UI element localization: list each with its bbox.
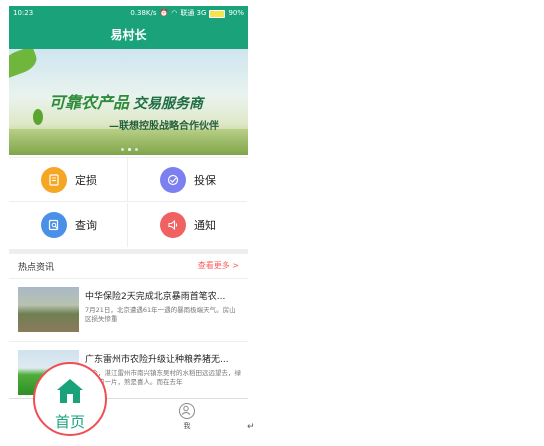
banner-carousel[interactable]: 可靠农产品 交易服务商 —联想控股战略合作伙伴 [9, 49, 248, 155]
battery-level: 90% [228, 9, 244, 17]
grid-item-dingsun[interactable]: 定损 [9, 158, 128, 202]
carrier-label: 联通 3G [180, 9, 207, 17]
grid-item-tongzhi[interactable]: 通知 [128, 203, 247, 247]
grid-item-label: 通知 [194, 219, 216, 232]
news-summary: 如今，湛江雷州市南兴镇东吴村的水稻田远远望去，绿油油的一片，煞是喜人。而在去年 [85, 369, 241, 386]
status-indicators: 0.38K/s ⏰ ◠ 联通 3G 90% [130, 6, 244, 21]
home-icon [57, 379, 83, 403]
return-mark: ↵ [247, 422, 255, 432]
news-header: 热点资讯 查看更多 > [9, 254, 248, 279]
banner-tagline: —联想控股战略合作伙伴 [109, 121, 219, 132]
status-time: 10:23 [13, 9, 34, 17]
grid-item-toubao[interactable]: 投保 [128, 158, 247, 202]
grid-item-label: 定损 [75, 173, 97, 187]
alarm-icon: ⏰ [159, 9, 169, 17]
tab-me-label: 我 [183, 422, 191, 430]
field-image [9, 129, 248, 155]
carousel-dot[interactable] [135, 148, 138, 151]
grid-item-chaxun[interactable]: 查询 [9, 203, 128, 247]
grid-item-label: 查询 [75, 219, 97, 232]
user-icon [179, 403, 195, 419]
leaf-decoration [33, 109, 43, 125]
news-title: 中华保险2天完成北京暴雨首笔农... [85, 292, 226, 302]
news-title: 广东雷州市农险升级让种粮养猪无... [85, 355, 229, 365]
wifi-icon: ◠ [171, 9, 178, 17]
app-title: 易村长 [9, 21, 248, 49]
tab-me[interactable]: 我 [177, 403, 197, 431]
tab-home-label: 首页 [54, 413, 85, 431]
tab-home[interactable]: 首页 [33, 362, 107, 436]
news-summary: 7月21日，北京遭遇61年一遇的暴雨极端天气。房山区损失惨重 [85, 306, 236, 323]
carousel-dot-active[interactable] [128, 148, 131, 151]
news-item[interactable]: 中华保险2天完成北京暴雨首笔农... 7月21日，北京遭遇61年一遇的暴雨极端天… [9, 279, 248, 342]
status-bar: 10:23 0.38K/s ⏰ ◠ 联通 3G 90% [9, 6, 248, 21]
news-thumbnail [18, 287, 79, 332]
shield-check-icon [160, 166, 186, 193]
function-grid: 定损 投保 查询 通知 [9, 157, 248, 248]
speaker-icon [160, 212, 186, 238]
banner-slogan-sub: 交易服务商 [133, 96, 204, 112]
grid-item-label: 投保 [194, 173, 216, 187]
search-icon [41, 212, 67, 238]
banner-slogan: 可靠农产品 交易服务商 [49, 89, 203, 113]
carousel-dot[interactable] [121, 148, 124, 151]
battery-icon [209, 9, 226, 18]
leaf-decoration [9, 49, 40, 79]
news-more-link[interactable]: 查看更多 > [198, 260, 239, 271]
banner-slogan-main: 可靠农产品 [49, 93, 130, 112]
document-icon [41, 166, 67, 193]
carousel-dots [121, 148, 138, 151]
net-speed: 0.38K/s [130, 9, 157, 17]
news-section-title: 热点资讯 [18, 263, 55, 273]
